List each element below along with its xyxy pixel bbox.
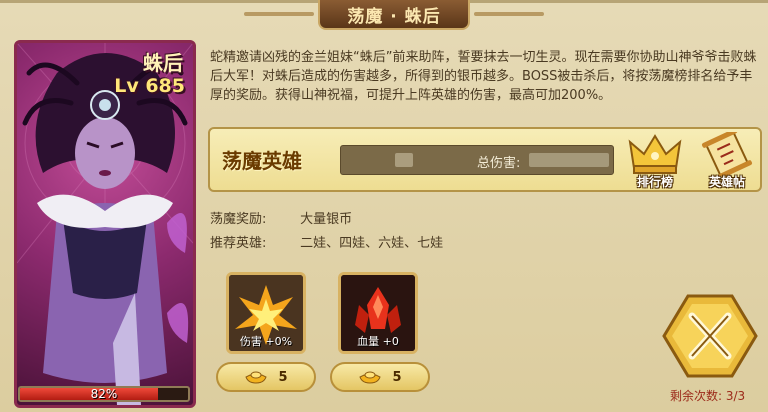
crown-icon [628, 134, 682, 174]
total-damage-bar: 总伤害: [340, 145, 614, 175]
gold-ingot-icon [359, 371, 382, 384]
boss-hp-bar: 82% [18, 386, 190, 402]
recommend-value: 二娃、四娃、六娃、七娃 [300, 236, 444, 251]
recommend-label: 推荐英雄: [210, 236, 267, 251]
hero-banner-title: 荡魔英雄 [222, 149, 302, 173]
recommend-row: 推荐英雄: 二娃、四娃、六娃、七娃 [210, 232, 443, 251]
spider-queen-illustration [17, 43, 193, 405]
ranking-button[interactable]: 排行榜 [624, 132, 686, 190]
damage-buff-label: 伤害 +0% [239, 335, 293, 348]
event-description: 蛇精邀请凶残的金兰姐妹“蛛后”前来助阵，誓要抹去一切生灵。现在需要你协助山神爷爷… [210, 50, 757, 103]
hero-post-button-label: 英雄帖 [708, 175, 745, 189]
crossed-swords-icon [662, 294, 758, 378]
title-ornament-right [474, 12, 544, 16]
ranking-button-label: 排行榜 [636, 175, 673, 189]
boss-portrait: 蛛后 Lv 685 [14, 40, 196, 408]
reward-row: 荡魔奖励: 大量银币 [210, 208, 352, 227]
player-name-redacted [395, 153, 413, 167]
attack-button[interactable] [662, 292, 758, 380]
total-damage-value-redacted [529, 153, 609, 167]
damage-buff-card[interactable]: 伤害 +0% [226, 272, 306, 354]
title-ornament-left [244, 12, 314, 16]
boss-level: Lv 685 [114, 75, 185, 97]
hero-post-button[interactable]: 英雄帖 [696, 128, 758, 190]
hp-buff-cost: 5 [392, 369, 402, 385]
hp-buff-card[interactable]: 血量 +0 [338, 272, 418, 354]
damage-buff-cost-button[interactable]: 5 [216, 362, 316, 392]
hero-banner: 荡魔英雄 总伤害: 排行榜 英雄帖 [208, 127, 762, 192]
scroll-icon [701, 128, 753, 180]
page-title: 荡魔 · 蛛后 [318, 0, 470, 30]
remaining-attempts: 剩余次数: 3/3 [670, 389, 746, 403]
damage-buff-cost: 5 [278, 369, 288, 385]
hp-buff-cost-button[interactable]: 5 [330, 362, 430, 392]
hp-buff-label: 血量 +0 [357, 335, 399, 348]
reward-value: 大量银币 [300, 212, 353, 227]
total-damage-label: 总伤害: [477, 156, 521, 171]
boss-name: 蛛后 [143, 51, 183, 75]
boss-hp-text: 82% [90, 387, 118, 401]
gold-ingot-icon [245, 371, 268, 384]
reward-label: 荡魔奖励: [210, 212, 267, 227]
